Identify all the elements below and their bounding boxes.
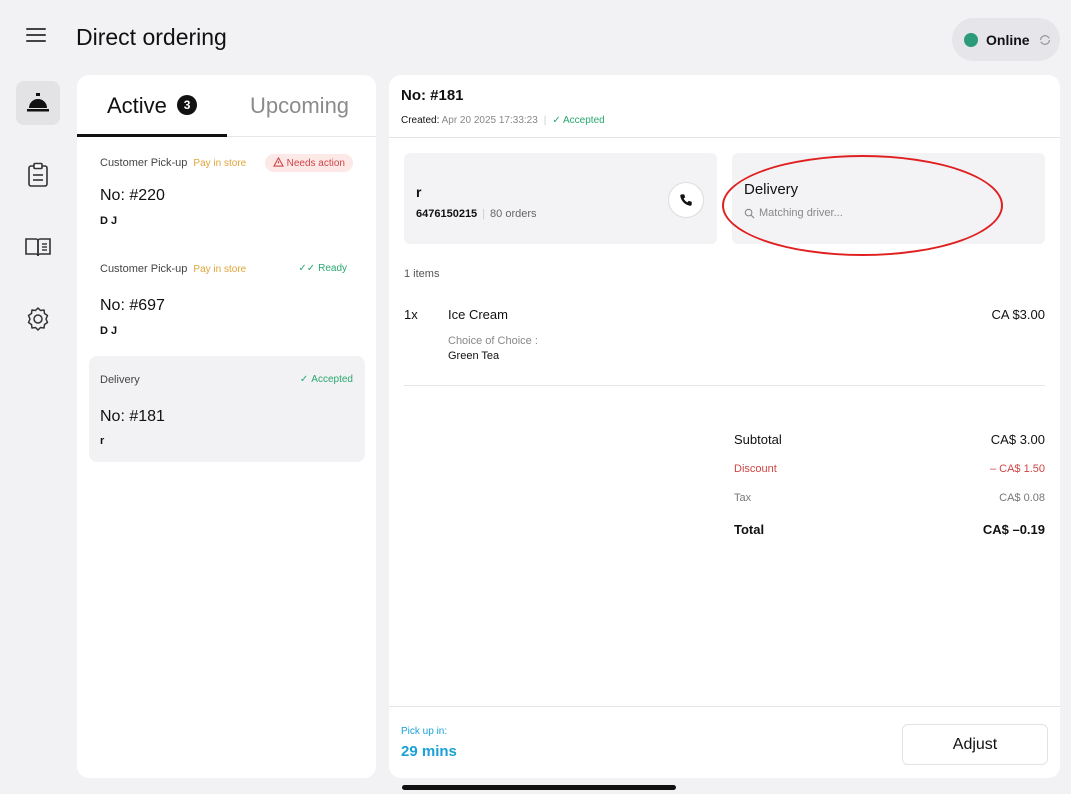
order-card-181[interactable]: Delivery ✓ Accepted No: #181 r xyxy=(89,356,365,462)
sidebar xyxy=(0,75,76,794)
sidebar-item-menu[interactable] xyxy=(16,225,60,269)
order-card-697[interactable]: Customer Pick-up Pay in store ✓✓ Ready No:… xyxy=(89,263,365,351)
items-count: 1 items xyxy=(404,268,440,280)
order-list-panel: Active 3 Upcoming Customer Pick-up Pay in… xyxy=(77,75,376,778)
active-count-badge: 3 xyxy=(177,95,198,116)
bell-icon xyxy=(27,93,49,112)
customer-name: D J xyxy=(100,325,118,337)
delivery-status: Matching driver... xyxy=(744,207,843,219)
payment-method: Pay in store xyxy=(193,158,247,169)
status-badge: ✓✓ Ready xyxy=(298,263,347,274)
refresh-icon xyxy=(1039,34,1050,45)
status-badge: ✓ Accepted xyxy=(300,374,353,385)
customer-name: D J xyxy=(100,215,118,227)
payment-method: Pay in store xyxy=(193,264,247,275)
status-dot xyxy=(964,32,978,47)
delivery-card: Delivery Matching driver... xyxy=(732,153,1045,244)
status-label: Accepted xyxy=(311,374,353,385)
call-button[interactable] xyxy=(668,182,704,218)
tax-label: Tax xyxy=(734,492,752,504)
page-title: Direct ordering xyxy=(76,24,227,50)
top-bar: Direct ordering Online xyxy=(0,0,1071,75)
item-name: Ice Cream xyxy=(448,307,508,322)
divider xyxy=(404,385,1045,386)
tab-active[interactable]: Active 3 xyxy=(107,93,198,119)
tab-upcoming[interactable]: Upcoming xyxy=(250,93,349,119)
sidebar-item-orders[interactable] xyxy=(16,81,60,125)
order-type: Customer Pick-up Pay in store xyxy=(100,263,246,275)
tab-indicator xyxy=(77,134,227,137)
order-card-220[interactable]: Customer Pick-up Pay in store Needs actio… xyxy=(89,154,365,245)
order-detail-footer: Pick up in: 29 mins Adjust xyxy=(389,706,1060,778)
order-type-label: Customer Pick-up xyxy=(100,263,188,275)
total-value: CA$ –0.19 xyxy=(982,522,1045,537)
adjust-button[interactable]: Adjust xyxy=(902,724,1048,765)
customer-phone-info: 6476150215 | 80 orders xyxy=(416,208,537,220)
check-icon: ✓ xyxy=(299,374,309,385)
order-tabs: Active 3 Upcoming xyxy=(77,75,376,137)
item-option-value: Green Tea xyxy=(448,350,500,362)
pickup-time: 29 mins xyxy=(401,743,457,760)
order-number: No: #220 xyxy=(100,187,165,204)
order-detail-header: No: #181 Created: Apr 20 2025 17:33:23 | ✓… xyxy=(389,75,1060,138)
check-icon: ✓ xyxy=(552,115,564,126)
item-price: CA $3.00 xyxy=(991,307,1046,322)
created-timestamp: Apr 20 2025 17:33:23 xyxy=(441,115,538,126)
clipboard-icon xyxy=(28,162,48,187)
tab-active-label: Active xyxy=(107,93,167,118)
pickup-label: Pick up in: xyxy=(401,726,448,737)
warning-icon xyxy=(272,156,284,167)
tax-value: CA$ 0.08 xyxy=(999,492,1045,504)
double-check-icon: ✓✓ xyxy=(298,263,316,274)
discount-value: – CA$ 1.50 xyxy=(989,463,1045,475)
created-info: Created: Apr 20 2025 17:33:23 | ✓ Accepted xyxy=(401,115,605,126)
order-number: No: #181 xyxy=(100,408,165,425)
online-status-label: Online xyxy=(986,31,1030,48)
discount-label: Discount xyxy=(734,463,777,475)
order-type: Delivery xyxy=(100,374,140,386)
detail-status: Accepted xyxy=(563,115,605,126)
subtotal-label: Subtotal xyxy=(734,432,782,447)
detail-order-number: No: #181 xyxy=(401,87,464,104)
created-label: Created: xyxy=(401,115,440,126)
customer-name: r xyxy=(100,435,105,447)
delivery-title: Delivery xyxy=(744,181,799,198)
status-badge: Needs action xyxy=(264,154,353,172)
phone-icon xyxy=(680,194,692,206)
home-indicator xyxy=(402,785,676,790)
gear-icon xyxy=(27,307,49,331)
menu-icon[interactable] xyxy=(26,28,46,42)
delivery-status-label: Matching driver... xyxy=(759,207,843,219)
search-icon xyxy=(744,208,755,218)
customer-name: r xyxy=(416,184,422,200)
total-label: Total xyxy=(734,522,765,537)
order-type: Customer Pick-up Pay in store xyxy=(100,157,246,169)
customer-phone: 6476150215 xyxy=(416,208,478,220)
status-label: Ready xyxy=(318,263,347,274)
order-number: No: #697 xyxy=(100,297,165,314)
status-label: Needs action xyxy=(286,158,345,169)
item-option-label: Choice of Choice : xyxy=(448,335,538,347)
customer-order-count: 80 orders xyxy=(490,208,537,220)
order-detail-panel: No: #181 Created: Apr 20 2025 17:33:23 | ✓… xyxy=(389,75,1060,778)
order-type-label: Customer Pick-up xyxy=(100,157,188,169)
book-icon xyxy=(25,238,51,257)
sidebar-item-settings[interactable] xyxy=(16,297,60,341)
subtotal-value: CA$ 3.00 xyxy=(990,432,1045,447)
customer-card: r 6476150215 | 80 orders xyxy=(404,153,717,244)
sidebar-item-clipboard[interactable] xyxy=(16,153,60,197)
online-status-toggle[interactable]: Online xyxy=(952,18,1060,61)
item-quantity: 1x xyxy=(404,307,418,322)
